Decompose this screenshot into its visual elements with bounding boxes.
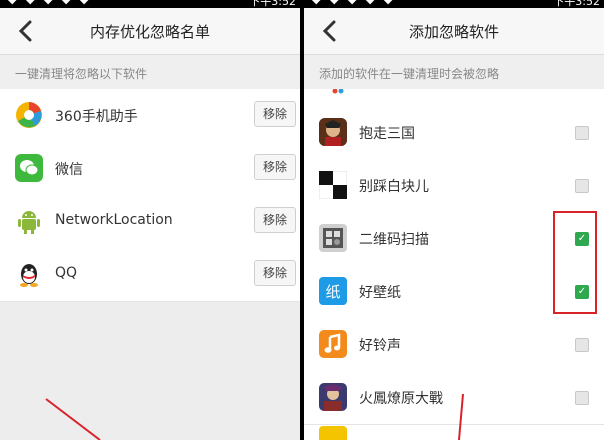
section-label: 添加的软件在一键清理时会被忽略 — [319, 67, 500, 81]
remove-button[interactable]: 移除 — [254, 101, 296, 127]
app-name: 好壁纸 — [359, 285, 401, 301]
remove-button[interactable]: 移除 — [254, 154, 296, 180]
app-name: NetworkLocation — [55, 212, 173, 228]
remove-button[interactable]: 移除 — [254, 260, 296, 286]
section-header: 添加的软件在一键清理时会被忽略 — [304, 55, 604, 89]
list-item: 360手机助手 移除 — [0, 89, 300, 143]
app-name: 别踩白块儿 — [359, 179, 429, 195]
game-icon — [319, 118, 347, 146]
list-item: 微信 移除 — [0, 142, 300, 196]
app-icon-partial — [319, 426, 347, 440]
title-bar: 添加忽略软件 — [304, 8, 604, 55]
ringtone-icon — [319, 330, 347, 358]
app-name: 二维码扫描 — [359, 232, 429, 248]
select-checkbox[interactable] — [575, 126, 589, 140]
highlight-box — [553, 211, 597, 314]
app-name: 微信 — [55, 162, 83, 178]
360-assistant-icon — [15, 101, 43, 129]
select-checkbox[interactable] — [575, 179, 589, 193]
remove-button[interactable]: 移除 — [254, 207, 296, 233]
list-item: QQ 移除 — [0, 248, 300, 302]
list-item: NetworkLocation 移除 — [0, 195, 300, 249]
select-checkbox[interactable] — [575, 338, 589, 352]
svg-text:纸: 纸 — [325, 283, 340, 301]
page-title: 内存优化忽略名单 — [89, 23, 210, 41]
list-item[interactable]: 好铃声 — [304, 318, 604, 372]
ignore-list-screen: ◆ ◆ ◆ ◆ ◆ 下午3:52 内存优化忽略名单 一键清理将忽略以下软件 36… — [0, 0, 300, 440]
select-checkbox[interactable] — [575, 391, 589, 405]
app-name: 抱走三国 — [359, 126, 415, 142]
status-bar: ◆ ◆ ◆ ◆ ◆ 下午3:52 — [0, 0, 300, 8]
title-bar: 内存优化忽略名单 — [0, 8, 300, 55]
app-name: 360手机助手 — [55, 109, 138, 125]
status-time: 下午3:52 — [249, 0, 296, 8]
annotation-arrow — [45, 398, 101, 440]
list-item[interactable]: 别踩白块儿 — [304, 159, 604, 213]
app-icon-partial — [332, 89, 344, 94]
status-icons: ◆ ◆ ◆ ◆ ◆ — [312, 0, 395, 6]
wechat-icon — [15, 154, 43, 182]
app-name: 火鳳燎原大戰 — [359, 391, 443, 407]
android-icon — [15, 207, 43, 235]
status-time: 下午3:52 — [553, 0, 600, 8]
page-title: 添加忽略软件 — [408, 23, 499, 41]
status-icons: ◆ ◆ ◆ ◆ ◆ — [8, 0, 91, 6]
section-header: 一键清理将忽略以下软件 — [0, 55, 300, 89]
piano-tiles-icon — [318, 170, 348, 200]
status-bar: ◆ ◆ ◆ ◆ ◆ 下午3:52 — [304, 0, 604, 8]
game-icon — [319, 383, 347, 411]
app-name: QQ — [55, 265, 78, 281]
list-item — [304, 89, 604, 107]
wallpaper-icon: 纸 — [319, 277, 347, 305]
list-item[interactable]: 抱走三国 — [304, 106, 604, 160]
qr-scanner-icon — [319, 224, 347, 252]
qq-icon — [15, 260, 43, 288]
annotation-arrow — [458, 393, 464, 440]
app-name: 好铃声 — [359, 338, 401, 354]
section-label: 一键清理将忽略以下软件 — [15, 67, 148, 81]
